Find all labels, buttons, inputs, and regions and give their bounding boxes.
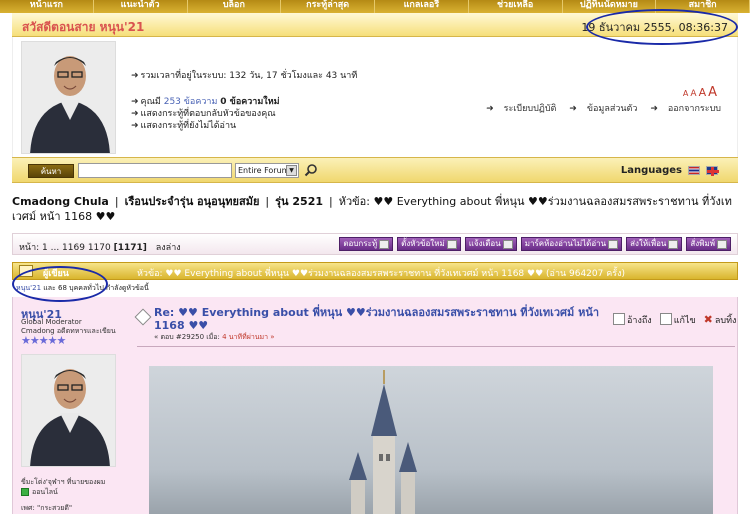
search-bar: ค้นหา Entire Forum ▼ Languages <box>12 157 738 183</box>
notify-button[interactable]: แจ้งเตือน <box>464 237 517 251</box>
print-button[interactable]: สั่งพิมพ์ <box>686 237 731 251</box>
user-avatar-photo <box>22 42 115 153</box>
delete-button[interactable]: ✖ ลบทิ้ง <box>704 313 737 327</box>
font-size-l[interactable]: A <box>708 85 717 100</box>
topic-buttons: ตอบกระทู้ ตั้งหัวข้อใหม่ แจ้งเตือน มาร์ค… <box>339 237 731 251</box>
uk-flag-icon[interactable] <box>706 166 719 176</box>
post-divider <box>137 346 735 347</box>
poster-role: Global Moderator <box>21 318 82 326</box>
edit-icon <box>659 313 672 325</box>
search-icon[interactable] <box>304 163 318 177</box>
greeting-text: สวัสดีตอนสาย <box>22 20 96 34</box>
poster-avatar-photo <box>22 355 115 466</box>
languages-label: Languages <box>620 165 682 176</box>
search-input[interactable] <box>78 163 232 178</box>
font-size-s[interactable]: A <box>690 89 696 99</box>
user-avatar <box>21 41 116 154</box>
rank-stars-icon: ★★★★★ <box>21 334 66 347</box>
poster-extra: เพศ: "กระสวยดี" <box>21 504 73 512</box>
post-actions: อ้างถึง แก้ไข ✖ ลบทิ้ง <box>613 313 736 327</box>
print-icon <box>717 239 727 249</box>
online-time: ➜ รวมเวลาที่อยู่ในระบบ: 132 วัน, 17 ชั่วโ… <box>131 71 358 81</box>
current-page: [1171] <box>113 243 147 253</box>
nav-recent[interactable]: กระทู้ล่าสุด <box>281 0 375 13</box>
notify-icon <box>502 239 513 249</box>
nav-gallery[interactable]: แกลเลอรี่ <box>375 0 469 13</box>
nav-intro[interactable]: แนะนำตัว <box>94 0 188 13</box>
font-size-m[interactable]: A <box>699 86 707 99</box>
new-topic-button[interactable]: ตั้งหัวข้อใหม่ <box>397 237 461 251</box>
post: หนุน'21 Global Moderator Cmadong อดีตทหา… <box>12 297 738 514</box>
account-links: ➜ ระเบียบปฏิบัติ ➜ ข้อมูลส่วนตัว ➜ ออกจากระ… <box>476 101 721 115</box>
thai-flag-icon[interactable] <box>688 166 700 175</box>
quote-icon <box>613 313 625 325</box>
breadcrumb-topic: หัวข้อ: ♥♥ Everything about พี่หนุน ♥♥ร่… <box>12 195 732 223</box>
breadcrumb-board[interactable]: เรือนประจำรุ่น อนุอนุทยสมัย <box>125 195 260 208</box>
pagination-bar: หน้า: 1 ... 1169 1170 [1171] ลงล่าง ตอบก… <box>12 233 738 255</box>
post-icon <box>134 308 152 326</box>
logout-link[interactable]: ➜ ออกจากระบบ <box>650 104 721 114</box>
user-panel: ➜ รวมเวลาที่อยู่ในระบบ: 132 วัน, 17 ชั่วโ… <box>12 37 738 157</box>
breadcrumb-subboard[interactable]: รุ่น 2521 <box>275 195 323 208</box>
font-size-xs[interactable]: A <box>683 89 688 98</box>
quote-button[interactable]: อ้างถึง <box>613 313 652 327</box>
rules-link[interactable]: ➜ ระเบียบปฏิบัติ <box>486 104 556 114</box>
castle-image <box>349 370 417 514</box>
page-links: หน้า: 1 ... 1169 1170 [1171] ลงล่าง <box>19 243 181 253</box>
nav-blog[interactable]: บล็อก <box>188 0 282 13</box>
reply-icon <box>379 239 390 249</box>
greeting: สวัสดีตอนสาย หนุน'21 <box>22 18 144 37</box>
search-button[interactable]: ค้นหา <box>28 164 74 178</box>
edit-button[interactable]: แก้ไข <box>659 313 696 327</box>
greeting-username[interactable]: หนุน'21 <box>100 20 145 34</box>
chevron-down-icon: ▼ <box>286 165 297 176</box>
online-status: ออนไลน์ <box>21 487 58 498</box>
post-title[interactable]: Re: ♥♥ Everything about พี่หนุน ♥♥ร่วมงา… <box>154 306 604 332</box>
arrow-icon: ➜ <box>131 121 139 131</box>
nav-home[interactable]: หน้าแรก <box>0 0 94 13</box>
go-down-link[interactable]: ลงล่าง <box>156 243 181 253</box>
poster-avatar <box>21 354 116 467</box>
font-size-controls: AAAA <box>681 85 717 100</box>
search-scope-select[interactable]: Entire Forum ▼ <box>235 163 299 178</box>
topic-header: ผู้เขียน หัวข้อ: ♥♥ Everything about พี่… <box>12 262 738 280</box>
annotation-circle-viewers <box>12 266 108 302</box>
arrow-icon: ➜ <box>131 71 139 81</box>
nav-help[interactable]: ช่วยเหลือ <box>469 0 563 13</box>
show-unread-link[interactable]: ➜ แสดงกระทู้ที่ยังไม่ได้อ่าน <box>131 118 236 132</box>
online-icon <box>21 488 29 496</box>
send-friend-button[interactable]: ส่งให้เพื่อน <box>626 237 683 251</box>
annotation-circle-datetime <box>586 9 738 45</box>
new-topic-icon <box>446 239 457 249</box>
profile-link[interactable]: ➜ ข้อมูลส่วนตัว <box>569 104 637 114</box>
post-meta: « ตอบ #29250 เมื่อ: 4 นาทีที่ผ่านมา » <box>154 333 275 341</box>
topic-title: หัวข้อ: ♥♥ Everything about พี่หนุน ♥♥ร่… <box>137 269 625 279</box>
breadcrumb: Cmadong Chula | เรือนประจำรุ่น อนุอนุทยสมั… <box>12 195 732 223</box>
mark-unread-button[interactable]: มาร์คห้องอ่านไม่ได้อ่าน <box>520 237 623 251</box>
mark-unread-icon <box>608 239 619 249</box>
breadcrumb-forum[interactable]: Cmadong Chula <box>12 195 109 208</box>
delete-icon: ✖ <box>703 313 713 326</box>
reply-button[interactable]: ตอบกระทู้ <box>339 237 394 251</box>
post-image[interactable] <box>149 366 713 514</box>
send-friend-icon <box>668 239 679 249</box>
